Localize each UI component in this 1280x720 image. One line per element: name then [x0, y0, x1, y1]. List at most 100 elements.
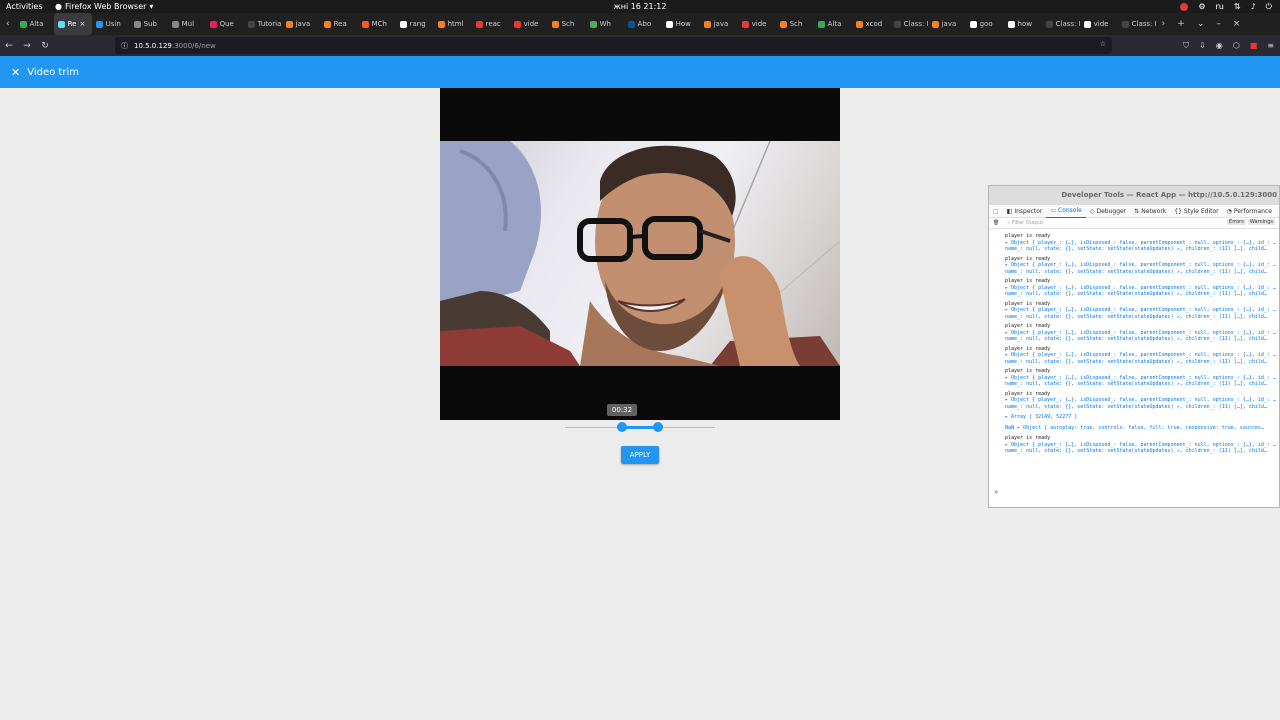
video-player[interactable] — [440, 88, 840, 420]
language-indicator[interactable]: ru — [1216, 0, 1224, 13]
apply-button[interactable]: APPLY — [621, 446, 659, 464]
tab-performance[interactable]: ◔ Performance — [1223, 205, 1276, 218]
browser-tab[interactable]: Tutorial — [244, 13, 282, 35]
reload-icon[interactable]: ↻ — [36, 41, 54, 51]
tab-label: Usin — [105, 20, 121, 28]
browser-tab[interactable]: goo — [966, 13, 1004, 35]
browser-tab[interactable]: html — [434, 13, 472, 35]
browser-tab[interactable]: Sub — [130, 13, 168, 35]
slider-end-thumb[interactable] — [653, 422, 663, 432]
tab-favicon-icon — [133, 20, 141, 28]
errors-button[interactable]: Errors — [1227, 219, 1246, 225]
browser-tab[interactable]: MCh — [358, 13, 396, 35]
browser-tab[interactable]: How — [662, 13, 700, 35]
browser-tab[interactable]: vide — [510, 13, 548, 35]
close-icon[interactable]: ✕ — [11, 66, 20, 79]
tab-favicon-icon — [969, 20, 977, 28]
tab-inspector[interactable]: ◧ Inspector — [1003, 205, 1047, 218]
browser-tab[interactable]: java — [928, 13, 966, 35]
browser-tab[interactable]: Sch — [548, 13, 586, 35]
extension-icon[interactable]: ⬡ — [1233, 41, 1240, 50]
console-log-object: name_: null, state: {}, setState: setSta… — [1005, 313, 1267, 320]
browser-tab[interactable]: Mul — [168, 13, 206, 35]
devtools-window[interactable]: Developer Tools — React App — http://10.… — [988, 185, 1280, 508]
forward-icon[interactable]: → — [18, 41, 36, 51]
pocket-icon[interactable]: ⛉ — [1183, 41, 1189, 51]
console-prompt[interactable]: » — [994, 488, 998, 496]
browser-tab[interactable]: Abo — [624, 13, 662, 35]
tab-favicon-icon — [399, 20, 407, 28]
console-output[interactable]: player is ready ▸ Object { player_: {…}, … — [989, 229, 1279, 487]
tab-network[interactable]: ⇅ Network — [1130, 205, 1170, 218]
browser-tab[interactable]: Rea — [320, 13, 358, 35]
tab-label: vide — [751, 20, 767, 28]
browser-tab[interactable]: Usin — [92, 13, 130, 35]
tab-scroll-left-icon[interactable]: ‹ — [0, 19, 16, 29]
tab-label: html — [447, 20, 464, 28]
browser-tab[interactable]: vide — [738, 13, 776, 35]
time-tooltip: 00:32 — [607, 404, 637, 416]
browser-tab[interactable]: xcod — [852, 13, 890, 35]
back-icon[interactable]: ← — [0, 41, 18, 51]
browser-tab[interactable]: rang — [396, 13, 434, 35]
browser-tab[interactable]: Class: L — [890, 13, 928, 35]
menu-icon[interactable]: ≡ — [1267, 41, 1274, 50]
bookmark-star-icon[interactable]: ☆ — [1100, 40, 1106, 48]
browser-tab[interactable]: Alta — [16, 13, 54, 35]
app-header: ✕ Video trim — [0, 56, 1280, 88]
browser-tab[interactable]: Alta — [814, 13, 852, 35]
browser-tab[interactable]: java — [700, 13, 738, 35]
browser-tab[interactable]: Wh — [586, 13, 624, 35]
tab-scroll-right-icon[interactable]: › — [1156, 19, 1172, 29]
tab-label: MCh — [371, 20, 387, 28]
power-icon[interactable]: ⏻ — [1266, 0, 1272, 13]
extension-red-icon[interactable]: ■ — [1250, 41, 1258, 50]
volume-icon[interactable]: ♪ — [1251, 0, 1256, 13]
browser-tab[interactable]: Sch — [776, 13, 814, 35]
browser-tab[interactable]: reac — [472, 13, 510, 35]
page-info-icon[interactable]: ⓘ — [121, 41, 128, 51]
trash-icon[interactable]: 🗑 — [993, 220, 999, 226]
tab-label: reac — [485, 20, 501, 28]
network-icon[interactable]: ⇅ — [1234, 0, 1241, 13]
trim-range-slider[interactable] — [565, 422, 715, 432]
tab-favicon-icon — [741, 20, 749, 28]
tab-favicon-icon — [57, 20, 65, 28]
slider-start-thumb[interactable] — [617, 422, 627, 432]
browser-tab[interactable]: vide — [1080, 13, 1118, 35]
new-tab-icon[interactable]: + — [1171, 19, 1191, 29]
tab-favicon-icon — [475, 20, 483, 28]
minimize-icon[interactable]: – — [1210, 19, 1227, 29]
settings-icon[interactable]: ⚙ — [1198, 0, 1205, 13]
tab-favicon-icon — [95, 20, 103, 28]
close-tab-icon[interactable]: × — [79, 20, 85, 28]
tab-debugger[interactable]: ◇ Debugger — [1086, 205, 1130, 218]
tab-label: Que — [219, 20, 234, 28]
browser-tab-bar: ‹ Alta Re × Usin Sub Mul Que Tutorial java Rea MCh… — [0, 13, 1280, 35]
browser-tab[interactable]: Re × — [53, 13, 92, 35]
warnings-button[interactable]: Warnings — [1247, 219, 1275, 225]
console-icon: ▭ — [1050, 207, 1057, 214]
account-icon[interactable]: ◉ — [1216, 41, 1223, 50]
browser-tab[interactable]: Que — [206, 13, 244, 35]
system-tray[interactable]: ⚙ ru ⇅ ♪ ⏻ — [1180, 0, 1272, 13]
tab-style-editor[interactable]: {} Style Editor — [1170, 205, 1222, 218]
url-bar[interactable]: ⓘ 10.5.0.129:3000/6/new ☆ — [115, 37, 1112, 54]
clock[interactable]: жні 16 21:12 — [0, 0, 1280, 13]
console-log-object: name_: null, state: {}, setState: setSta… — [1005, 291, 1267, 297]
list-tabs-icon[interactable]: ⌄ — [1191, 19, 1211, 29]
browser-tab[interactable]: java — [282, 13, 320, 35]
close-window-icon[interactable]: × — [1227, 19, 1247, 29]
tab-label: Alta — [29, 20, 44, 28]
element-picker-icon[interactable]: ⬚ — [989, 205, 1003, 218]
filter-input[interactable]: Filter Output — [1012, 220, 1043, 226]
tab-favicon-icon — [209, 20, 217, 28]
devtools-title[interactable]: Developer Tools — React App — http://10.… — [989, 186, 1279, 205]
browser-tab[interactable]: Class: H — [1042, 13, 1080, 35]
browser-tab[interactable]: Class: P — [1118, 13, 1156, 35]
browser-tab[interactable]: how — [1004, 13, 1042, 35]
downloads-icon[interactable]: ⇩ — [1199, 41, 1206, 50]
notification-icon[interactable] — [1180, 2, 1189, 11]
tab-console[interactable]: ▭ Console — [1046, 205, 1086, 218]
console-log-object: ▸ Object { player_: {…}, isDisposed_: fa… — [1005, 262, 1276, 268]
